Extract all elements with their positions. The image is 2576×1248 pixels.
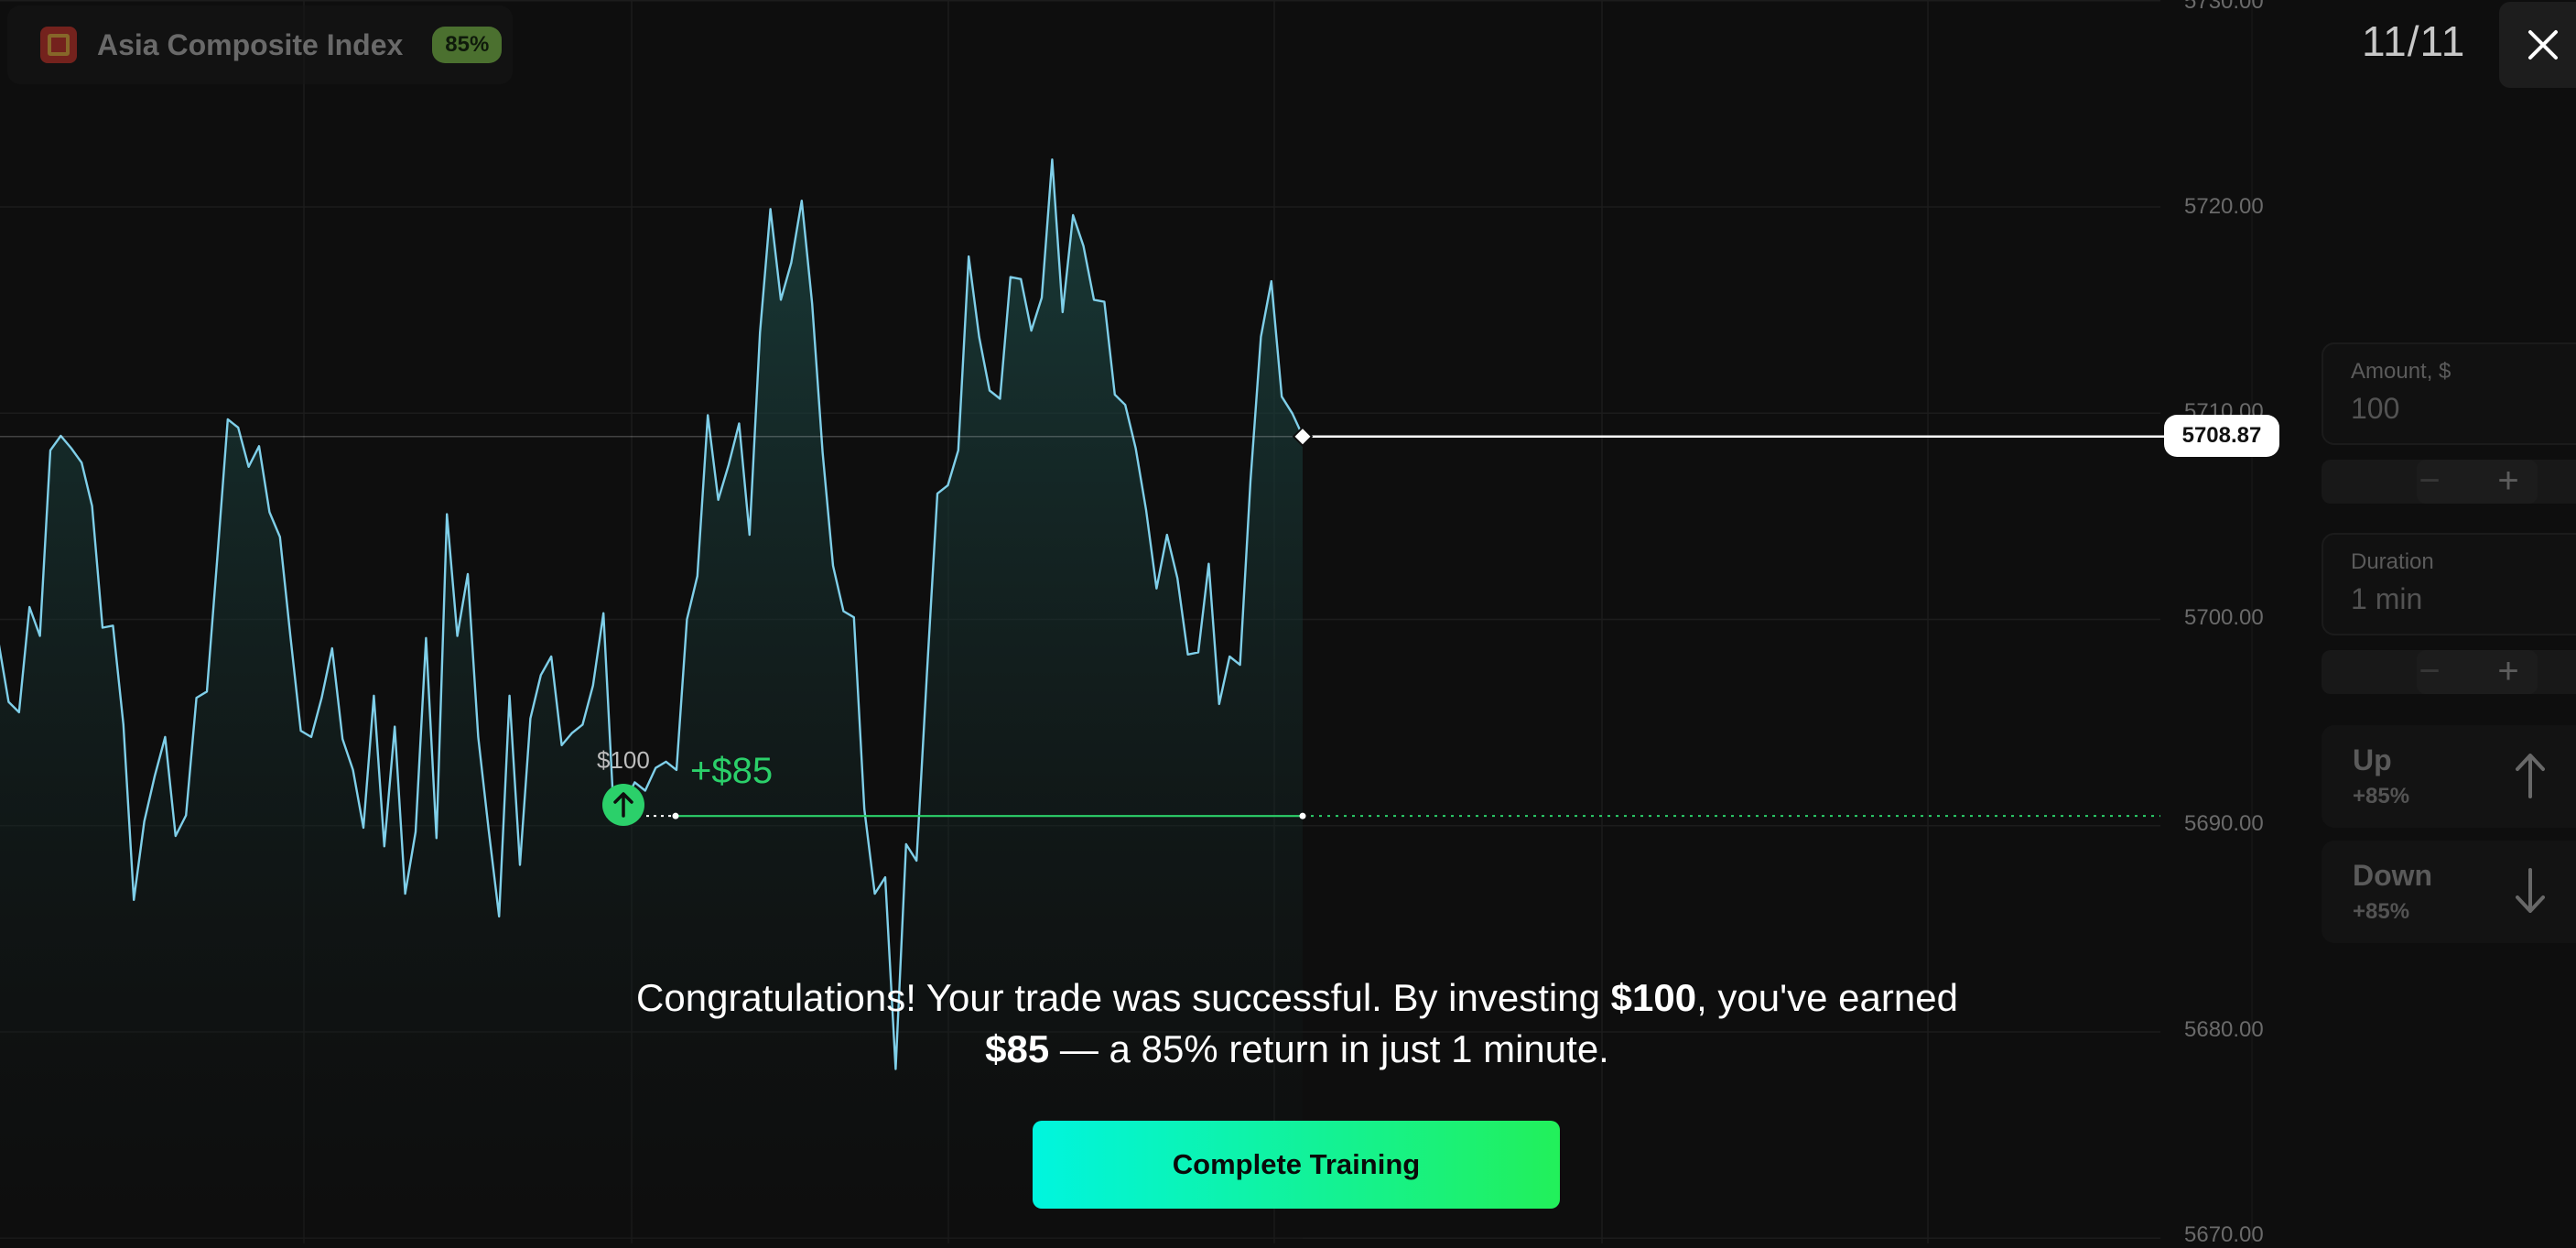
up-label: Up xyxy=(2353,743,2392,776)
asia-flag-icon xyxy=(40,27,77,63)
amount-label: Amount, $ xyxy=(2351,359,2452,384)
y-tick-label: 5670.00 xyxy=(2184,1222,2264,1247)
duration-label: Duration xyxy=(2351,549,2434,574)
message-profit: $85 xyxy=(985,1027,1050,1070)
close-icon xyxy=(2528,30,2558,60)
arrow-up-icon xyxy=(2516,754,2545,798)
up-payout: +85% xyxy=(2353,784,2410,808)
complete-training-button[interactable]: Complete Training xyxy=(1033,1121,1560,1209)
y-tick-label: 5700.00 xyxy=(2184,605,2264,630)
duration-value: 1 min xyxy=(2351,582,2423,615)
trade-amount-label: $100 xyxy=(597,746,650,774)
duration-field[interactable]: Duration 1 min xyxy=(2322,533,2576,635)
current-price-tag: 5708.87 xyxy=(2164,415,2279,457)
arrow-down-icon xyxy=(2516,868,2545,913)
message-text: , you've earned xyxy=(1696,976,1958,1019)
y-tick-label: 5730.00 xyxy=(2184,0,2264,14)
payout-badge: 85% xyxy=(432,27,503,63)
message-text: Congratulations! Your trade was successf… xyxy=(636,976,1611,1019)
y-tick-label: 5680.00 xyxy=(2184,1017,2264,1042)
y-tick-label: 5720.00 xyxy=(2184,194,2264,219)
amount-increase-button[interactable]: + xyxy=(2417,460,2576,504)
duration-increase-button[interactable]: + xyxy=(2417,650,2576,694)
trade-profit-label: +$85 xyxy=(690,751,774,791)
y-tick-label: 5690.00 xyxy=(2184,811,2264,836)
success-message: Congratulations! Your trade was successf… xyxy=(549,972,2045,1075)
exit-dot xyxy=(1299,812,1306,819)
amount-field[interactable]: Amount, $ 100 xyxy=(2322,342,2576,445)
trading-stage: Asia Composite Index 85% 11/11 5730.00 5… xyxy=(0,0,2576,1247)
close-button[interactable] xyxy=(2499,2,2576,88)
entry-dot xyxy=(672,812,679,819)
asset-selector[interactable]: Asia Composite Index 85% xyxy=(7,5,513,84)
message-amount: $100 xyxy=(1610,976,1697,1019)
asset-name: Asia Composite Index xyxy=(97,27,404,61)
message-text: — a 85% return in just 1 minute. xyxy=(1049,1027,1609,1070)
trade-direction-marker xyxy=(602,784,644,826)
amount-value: 100 xyxy=(2351,392,2400,425)
down-payout: +85% xyxy=(2353,899,2410,924)
down-label: Down xyxy=(2353,859,2433,892)
arrow-up-icon xyxy=(613,792,633,818)
step-counter: 11/11 xyxy=(2362,17,2466,65)
